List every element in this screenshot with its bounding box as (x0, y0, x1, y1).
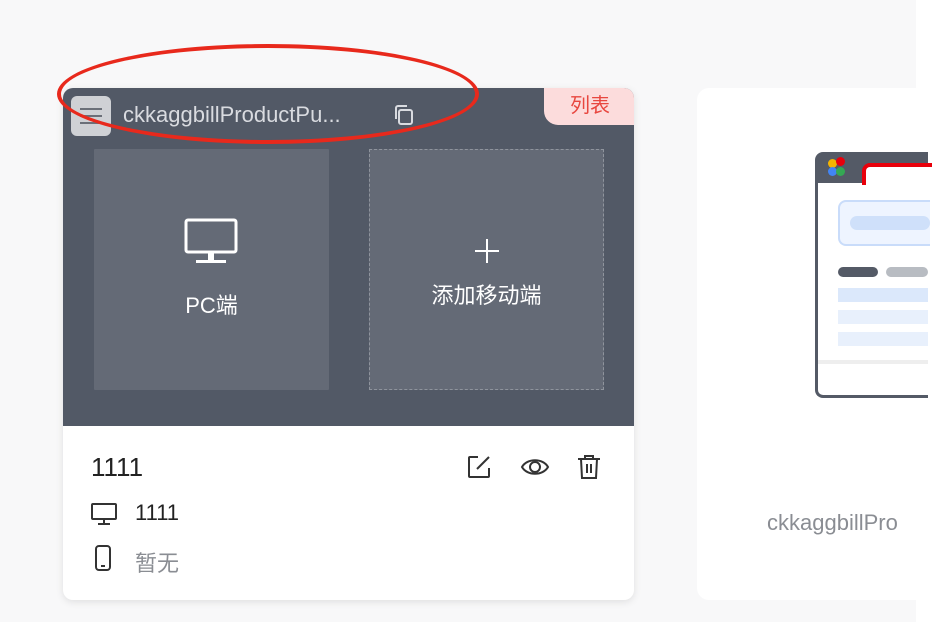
browser-line (838, 332, 928, 346)
app-card-2[interactable]: ckkaggbillPro (697, 88, 940, 600)
logo-dot (836, 167, 845, 176)
plus-icon (475, 239, 499, 263)
browser-toolbar (818, 155, 932, 185)
list-badge: 列表 (544, 88, 634, 125)
trash-icon[interactable] (577, 454, 601, 480)
mobile-value: 暂无 (135, 551, 180, 576)
mobile-icon (95, 545, 111, 571)
add-mobile-tile[interactable]: 添加移动端 (369, 149, 604, 390)
add-mobile-label: 添加移动端 (431, 283, 542, 308)
pc-label: PC端 (185, 293, 238, 318)
eye-icon[interactable] (520, 454, 550, 480)
monitor-icon (184, 218, 238, 263)
pc-tile[interactable]: PC端 (94, 149, 329, 390)
browser-tab (862, 163, 932, 185)
browser-line (838, 288, 928, 302)
monitor-icon (91, 503, 117, 525)
edit-icon[interactable] (466, 454, 492, 480)
browser-bar (886, 267, 928, 277)
browser-footer (818, 360, 928, 364)
browser-illustration (815, 152, 932, 398)
browser-bar (838, 267, 878, 277)
card2-name: ckkaggbillPro (767, 510, 898, 535)
browser-line (838, 310, 928, 324)
browser-search (838, 200, 930, 246)
pc-value: 1111 (135, 500, 180, 525)
logo-dot (836, 157, 845, 166)
card-title: 1111 (91, 452, 144, 482)
annotation-circle (57, 44, 479, 144)
card-info: 1111 1111 暂无 (63, 426, 634, 600)
app-card[interactable]: ckkaggbillProductPu... 列表 PC端 添加移动端 1111 (63, 88, 634, 600)
